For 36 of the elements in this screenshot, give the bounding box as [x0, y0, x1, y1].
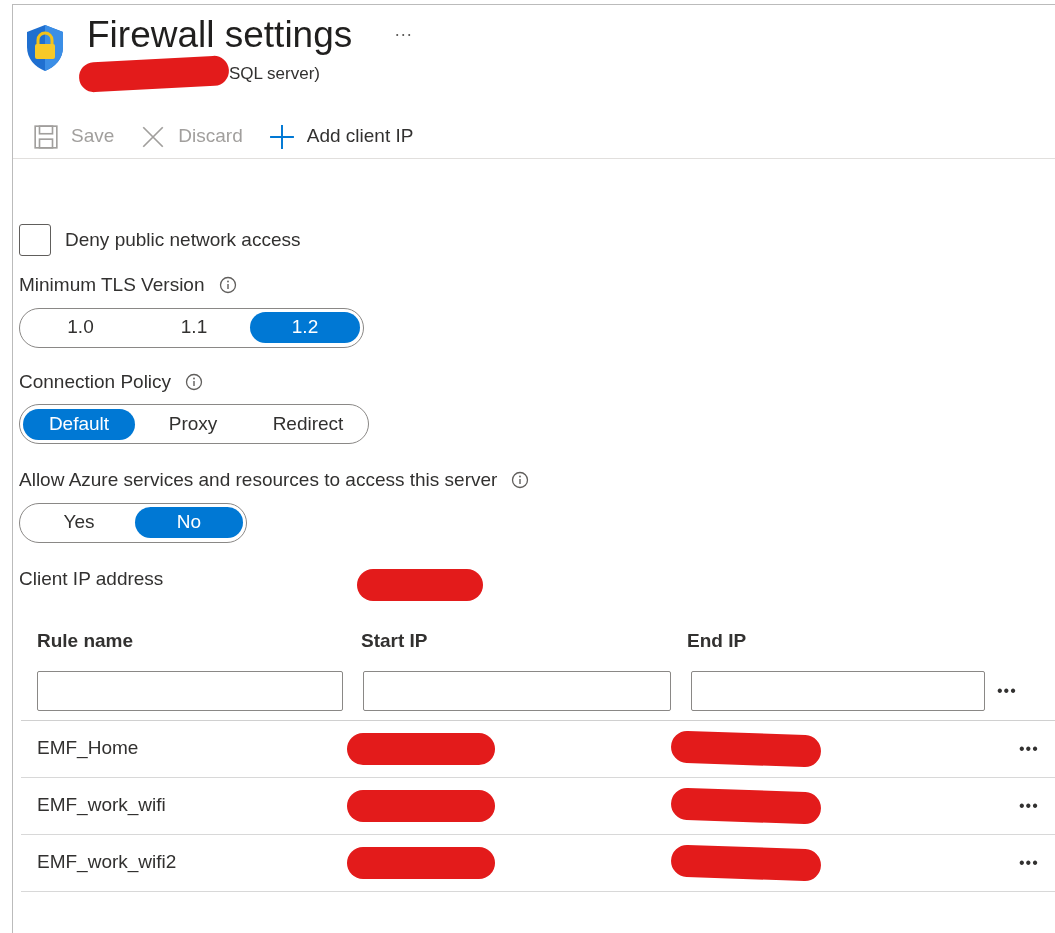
page-title: Firewall settings — [87, 13, 353, 57]
more-button[interactable]: ••• — [1019, 850, 1039, 875]
column-header: Start IP — [361, 629, 429, 654]
checkbox-label: Deny public network access — [65, 227, 301, 252]
table-cell-text: EMF_work_wifi2 — [37, 850, 178, 875]
field-label: Minimum TLS Version — [19, 273, 205, 297]
field-label: Connection Policy — [19, 369, 172, 394]
table-cell-text: EMF_work_wifi — [37, 793, 167, 818]
segment-option[interactable]: Proxy — [135, 408, 251, 440]
segment-option[interactable]: No — [135, 507, 243, 538]
field-label: Client IP address — [19, 567, 165, 592]
checkbox[interactable] — [19, 224, 51, 256]
input-field[interactable] — [363, 671, 671, 711]
table-cell-text: EMF_Home — [37, 736, 140, 761]
more-button[interactable]: ••• — [1019, 736, 1039, 761]
save-icon — [33, 123, 59, 150]
segment-option[interactable]: 1.1 — [138, 312, 250, 343]
input-field[interactable] — [691, 671, 985, 711]
more-button[interactable]: ••• — [997, 679, 1017, 703]
info-icon[interactable] — [511, 471, 530, 490]
segment-option[interactable]: 1.2 — [250, 312, 360, 343]
toolbar-button[interactable]: Add client IP — [268, 122, 414, 151]
column-header: End IP — [687, 629, 748, 654]
field-label: Allow Azure services and resources to access this server — [19, 468, 498, 492]
segment-option[interactable]: Redirect — [251, 408, 365, 440]
more-button[interactable]: ··· — [394, 21, 413, 48]
subtitle: SQL server) — [229, 63, 320, 86]
input-field[interactable] — [37, 671, 343, 711]
segment-option[interactable]: Default — [23, 408, 135, 440]
info-icon[interactable] — [185, 372, 204, 391]
segment-option[interactable]: Yes — [23, 507, 135, 538]
more-button[interactable]: ••• — [1019, 793, 1039, 818]
segment-option[interactable]: 1.0 — [23, 312, 138, 343]
column-header: Rule name — [37, 629, 135, 654]
plus-icon — [268, 123, 295, 150]
info-icon[interactable] — [218, 276, 237, 295]
